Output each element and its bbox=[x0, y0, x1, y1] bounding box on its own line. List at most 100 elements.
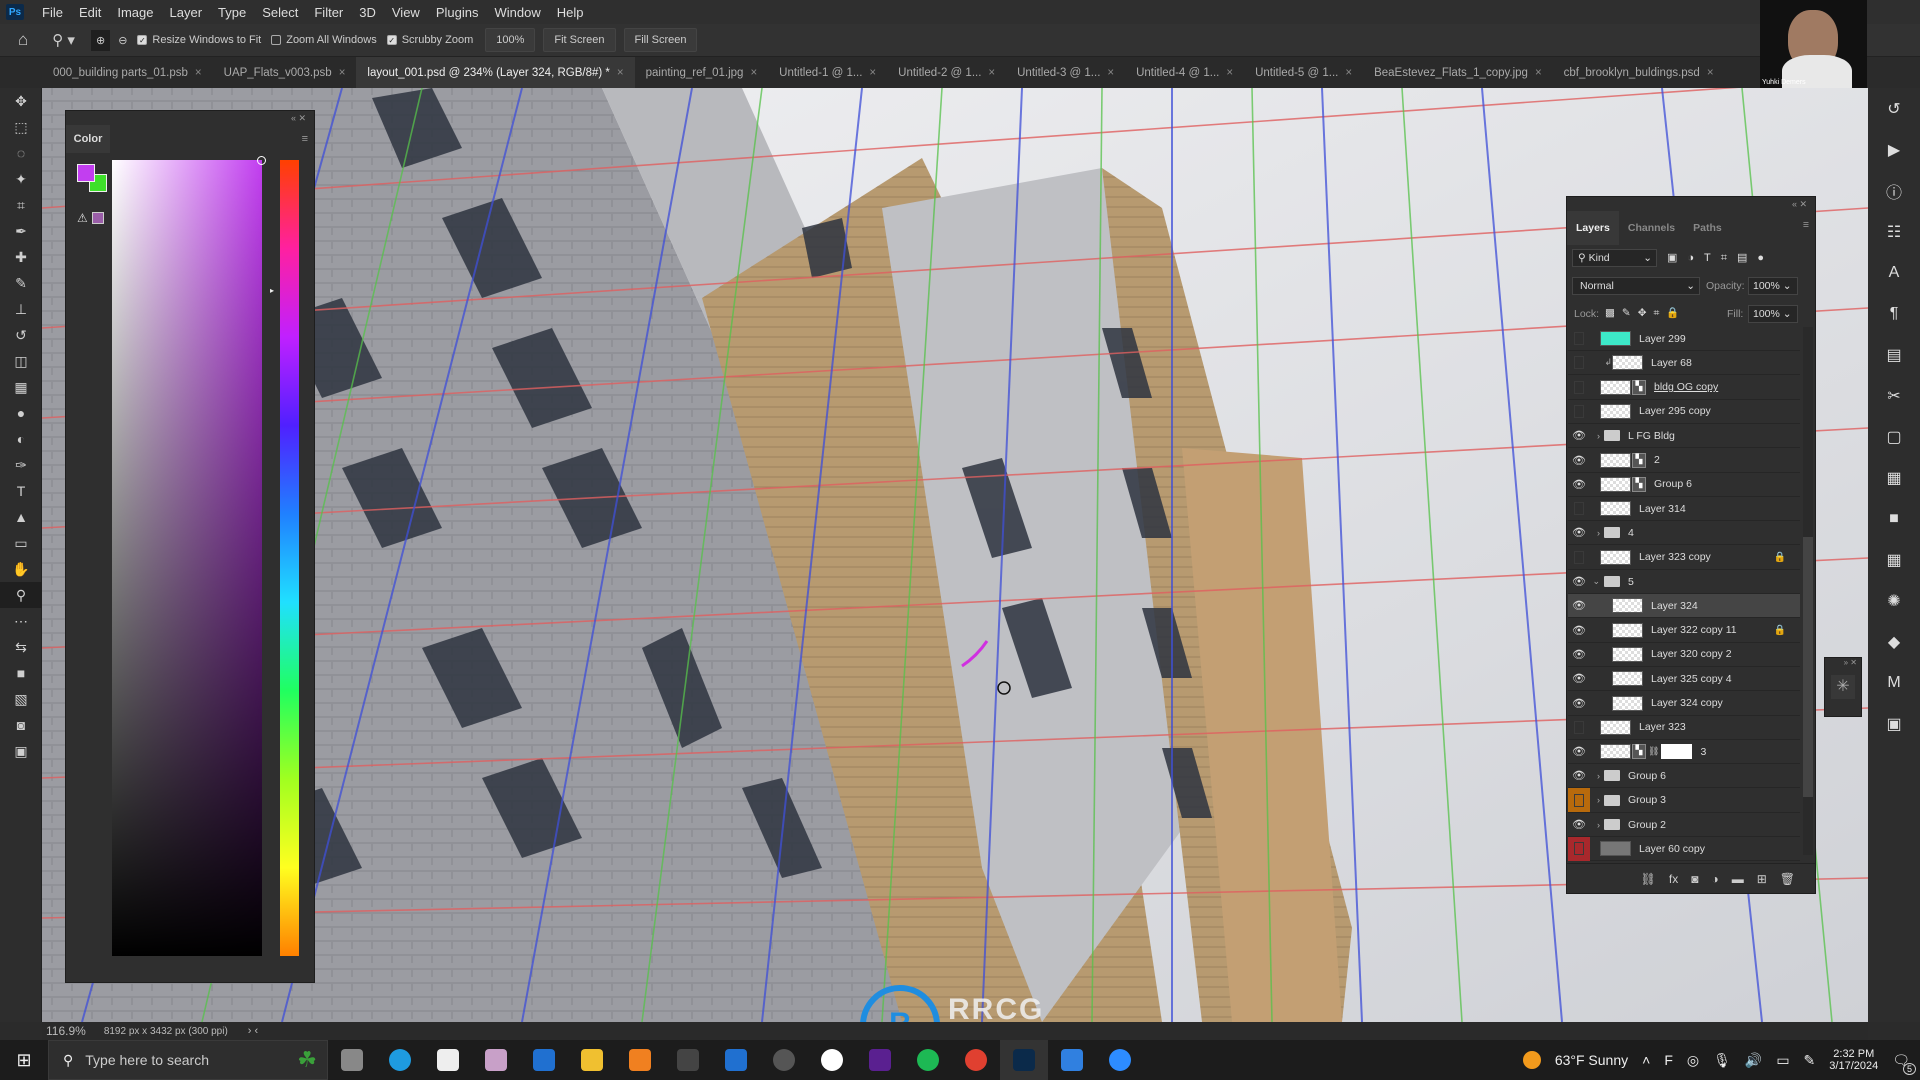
network-icon[interactable]: ▭ bbox=[1776, 1052, 1789, 1069]
zoom-taskbar-icon[interactable] bbox=[1096, 1040, 1144, 1080]
saturation-brightness-field[interactable] bbox=[112, 156, 266, 956]
visibility-toggle[interactable] bbox=[1568, 497, 1590, 521]
layer-row[interactable]: 👁 Layer 325 copy 4 bbox=[1568, 667, 1800, 692]
windows-start-icon[interactable]: ⊞ bbox=[0, 1040, 48, 1080]
brush-tool-icon[interactable]: ✎ bbox=[0, 270, 42, 296]
brushes-panel-icon[interactable]: ▦ bbox=[1868, 539, 1920, 580]
visibility-eye-icon[interactable]: 👁 bbox=[1568, 575, 1590, 588]
tab-close-icon[interactable]: × bbox=[1226, 67, 1233, 79]
menu-edit[interactable]: Edit bbox=[71, 5, 109, 20]
visibility-toggle[interactable] bbox=[1568, 399, 1590, 423]
layer-filter-icons[interactable]: ▣◑T⌗▤● bbox=[1667, 251, 1774, 265]
status-arrows[interactable]: › ‹ bbox=[248, 1025, 258, 1037]
volume-icon[interactable]: 🔊 bbox=[1745, 1052, 1762, 1069]
blender-taskbar-icon[interactable] bbox=[616, 1040, 664, 1080]
lock-icons[interactable]: ▩✎✥⌗🔒 bbox=[1605, 306, 1687, 320]
tab-close-icon[interactable]: × bbox=[750, 67, 757, 79]
mask-icon[interactable]: ◙ bbox=[1691, 872, 1698, 886]
group-expand-chevron-icon[interactable]: ⌄ bbox=[1590, 576, 1600, 587]
tab-layers[interactable]: Layers bbox=[1567, 211, 1619, 245]
hand-tool-icon[interactable]: ✋ bbox=[0, 556, 42, 582]
tray-camera-icon[interactable]: ◎ bbox=[1687, 1052, 1699, 1069]
mask-link-icon[interactable]: ⛓ bbox=[1648, 746, 1659, 757]
hue-slider[interactable] bbox=[280, 160, 299, 956]
visibility-toggle[interactable] bbox=[1568, 788, 1590, 813]
gamut-swatch[interactable] bbox=[92, 212, 104, 224]
visibility-toggle[interactable] bbox=[1568, 351, 1590, 375]
resize-windows-checkbox[interactable]: ✓ Resize Windows to Fit bbox=[137, 34, 261, 46]
link-icon[interactable]: ⛓ bbox=[1641, 872, 1656, 886]
obs-taskbar-icon[interactable] bbox=[760, 1040, 808, 1080]
task-view-taskbar-icon[interactable] bbox=[328, 1040, 376, 1080]
weather-text[interactable]: 63°F Sunny bbox=[1555, 1052, 1628, 1068]
document-tab[interactable]: painting_ref_01.jpg × bbox=[635, 57, 769, 88]
document-tab[interactable]: cbf_brooklyn_buldings.psd × bbox=[1553, 57, 1725, 88]
microphone-icon[interactable]: 🎙 bbox=[1713, 1052, 1731, 1069]
menu-help[interactable]: Help bbox=[549, 5, 592, 20]
gradients-panel-icon[interactable]: ▣ bbox=[1868, 703, 1920, 744]
fit-screen-button[interactable]: Fit Screen bbox=[543, 28, 616, 52]
layer-row[interactable]: ▚ bldg OG copy bbox=[1568, 376, 1800, 400]
actions-panel-icon[interactable]: ▶ bbox=[1868, 129, 1920, 170]
tray-app-icon[interactable]: F bbox=[1664, 1052, 1673, 1068]
paragraph-panel-icon[interactable]: ¶ bbox=[1868, 293, 1920, 334]
document-tab[interactable]: Untitled-2 @ 1... × bbox=[887, 57, 1006, 88]
group-expand-chevron-icon[interactable]: › bbox=[1590, 431, 1600, 441]
layer-row[interactable]: 👁 ⌄ 5 bbox=[1568, 570, 1800, 594]
app-w-taskbar-icon[interactable] bbox=[808, 1040, 856, 1080]
brush-settings-icon[interactable]: ✳ bbox=[1831, 675, 1855, 699]
fx-icon[interactable]: fx bbox=[1669, 872, 1678, 886]
panel-collapse-close-icons[interactable]: « ✕ bbox=[291, 113, 306, 124]
edge-taskbar-icon[interactable] bbox=[376, 1040, 424, 1080]
layer-row[interactable]: 👁 Layer 322 copy 11 🔒 bbox=[1568, 619, 1800, 643]
fill-input[interactable]: 100% ⌄ bbox=[1748, 305, 1798, 323]
clock[interactable]: 2:32 PM 3/17/2024 bbox=[1829, 1048, 1878, 1072]
group-expand-chevron-icon[interactable]: › bbox=[1590, 528, 1600, 538]
pen-tool-icon[interactable]: ✑ bbox=[0, 452, 42, 478]
chrome-taskbar-icon[interactable] bbox=[952, 1040, 1000, 1080]
menu-select[interactable]: Select bbox=[254, 5, 306, 20]
layers-comp-panel-icon[interactable]: ■ bbox=[1868, 498, 1920, 539]
layer-row[interactable]: 👁 › Group 2 bbox=[1568, 813, 1800, 837]
app-purple-taskbar-icon[interactable] bbox=[856, 1040, 904, 1080]
layer-row[interactable]: Layer 323 copy 🔒 bbox=[1568, 546, 1800, 570]
zoom-all-windows-checkbox[interactable]: Zoom All Windows bbox=[271, 34, 377, 46]
layer-row[interactable]: 👁 Layer 320 copy 2 bbox=[1568, 643, 1800, 667]
blur-tool-icon[interactable]: ● bbox=[0, 400, 42, 426]
lasso-tool-icon[interactable]: ◌ bbox=[0, 140, 42, 166]
layer-mask-thumbnail[interactable] bbox=[1661, 744, 1693, 760]
swatches-panel-icon[interactable]: ▦ bbox=[1868, 457, 1920, 498]
zoom-in-icon[interactable]: ⊕ bbox=[90, 29, 111, 51]
panel-menu-icon[interactable]: ≡ bbox=[302, 133, 308, 145]
zoom-tool-preset-icon[interactable]: ⚲ ▾ bbox=[52, 31, 75, 49]
menu-view[interactable]: View bbox=[384, 5, 428, 20]
menu-image[interactable]: Image bbox=[109, 5, 161, 20]
layer-row[interactable]: Layer 323 bbox=[1568, 716, 1800, 740]
visibility-toggle[interactable] bbox=[1568, 836, 1590, 861]
tab-close-icon[interactable]: × bbox=[988, 67, 995, 79]
properties-panel-icon[interactable]: ☷ bbox=[1868, 211, 1920, 252]
menu-plugins[interactable]: Plugins bbox=[428, 5, 487, 20]
file-explorer-taskbar-icon[interactable] bbox=[568, 1040, 616, 1080]
scrubby-zoom-checkbox[interactable]: ✓ Scrubby Zoom bbox=[386, 34, 473, 46]
character-panel-icon[interactable]: A bbox=[1868, 252, 1920, 293]
edit-toolbar-tool-icon[interactable]: ⋯ bbox=[0, 608, 42, 634]
tab-close-icon[interactable]: × bbox=[1345, 67, 1352, 79]
type-tool-icon[interactable]: T bbox=[0, 478, 42, 504]
layer-row[interactable]: Layer 295 copy bbox=[1568, 400, 1800, 424]
history-brush-tool-icon[interactable]: ↺ bbox=[0, 322, 42, 348]
quick-mask-tool-icon[interactable]: ◙ bbox=[0, 712, 42, 738]
app-window-taskbar-icon[interactable] bbox=[520, 1040, 568, 1080]
visibility-toggle[interactable] bbox=[1568, 545, 1590, 569]
layer-row[interactable]: Layer 60 copy bbox=[1568, 836, 1800, 862]
tab-paths[interactable]: Paths bbox=[1684, 211, 1731, 245]
visibility-eye-icon[interactable]: 👁 bbox=[1568, 624, 1590, 637]
document-tab[interactable]: Untitled-1 @ 1... × bbox=[768, 57, 887, 88]
document-tab[interactable]: Untitled-5 @ 1... × bbox=[1244, 57, 1363, 88]
menu-layer[interactable]: Layer bbox=[162, 5, 211, 20]
healing-brush-tool-icon[interactable]: ✚ bbox=[0, 244, 42, 270]
app-dark-taskbar-icon[interactable] bbox=[664, 1040, 712, 1080]
folder-icon[interactable]: ▬ bbox=[1732, 872, 1744, 886]
history-panel-icon[interactable]: ↺ bbox=[1868, 88, 1920, 129]
hue-slider-handle[interactable]: ▸ bbox=[270, 286, 274, 295]
